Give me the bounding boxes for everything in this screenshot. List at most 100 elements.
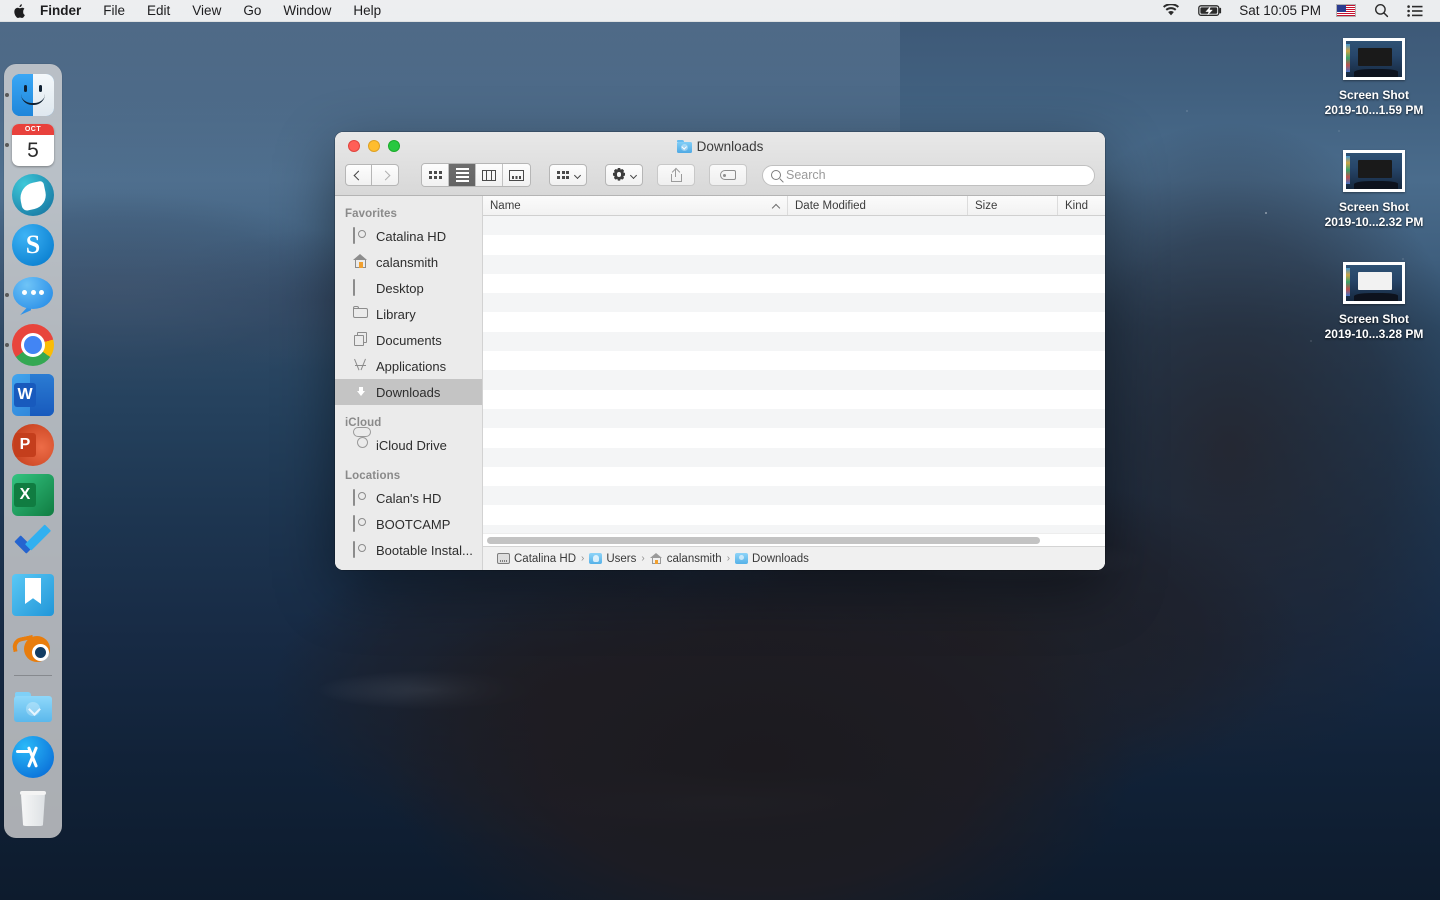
desktop-file-screenshot-2[interactable]: Screen Shot 2019-10...2.32 PM — [1315, 150, 1433, 230]
control-center-list-icon[interactable] — [1398, 0, 1432, 22]
menu-item-window[interactable]: Window — [272, 0, 342, 22]
dock-item-podcasts[interactable] — [10, 170, 56, 220]
spotlight-search-icon[interactable] — [1365, 0, 1398, 22]
dock-item-skype[interactable]: S — [10, 220, 56, 270]
sidebar-item-calansmith[interactable]: calansmith — [335, 249, 482, 275]
table-row[interactable] — [483, 332, 1105, 351]
table-row[interactable] — [483, 486, 1105, 505]
table-row[interactable] — [483, 274, 1105, 293]
action-menu-button[interactable] — [605, 164, 643, 186]
file-thumbnail — [1343, 38, 1405, 80]
apple-logo-icon[interactable] — [0, 3, 38, 19]
table-row[interactable] — [483, 370, 1105, 389]
blender-icon — [12, 624, 54, 666]
desktop-file-screenshot-3[interactable]: Screen Shot 2019-10...3.28 PM — [1315, 262, 1433, 342]
sidebar-item-label: Desktop — [376, 281, 424, 296]
sidebar-item-bootable-installer[interactable]: Bootable Instal... — [335, 537, 482, 563]
menu-item-edit[interactable]: Edit — [136, 0, 181, 22]
table-row[interactable] — [483, 390, 1105, 409]
horizontal-scrollbar-track[interactable] — [483, 533, 1105, 546]
table-row[interactable] — [483, 525, 1105, 533]
sidebar-item-bootcamp[interactable]: BOOTCAMP — [335, 511, 482, 537]
dock-item-chrome[interactable] — [10, 320, 56, 370]
breadcrumb-item-calansmith[interactable]: calansmith — [650, 553, 722, 565]
list-view-button[interactable] — [449, 164, 476, 186]
menu-item-help[interactable]: Help — [342, 0, 392, 22]
dock-item-book[interactable] — [10, 570, 56, 620]
menubar-status-area: Sat 10:05 PM — [1153, 0, 1440, 22]
dock-item-calendar[interactable]: OCT 5 — [10, 120, 56, 170]
grid-icon — [429, 171, 442, 179]
table-row[interactable] — [483, 235, 1105, 254]
forward-button[interactable] — [372, 164, 399, 186]
breadcrumb-label: Users — [606, 553, 636, 565]
column-header-kind[interactable]: Kind — [1058, 196, 1105, 215]
sidebar-item-catalina-hd[interactable]: Catalina HD — [335, 223, 482, 249]
table-row[interactable] — [483, 216, 1105, 235]
back-button[interactable] — [345, 164, 372, 186]
icon-view-button[interactable] — [422, 164, 449, 186]
gallery-icon — [509, 170, 524, 181]
battery-charging-icon[interactable] — [1189, 0, 1233, 22]
dock-item-downloads[interactable] — [10, 682, 56, 732]
menu-item-view[interactable]: View — [181, 0, 232, 22]
dock-item-app-store[interactable] — [10, 732, 56, 782]
dock-item-todo[interactable] — [10, 520, 56, 570]
column-header-size[interactable]: Size — [968, 196, 1058, 215]
dock-item-powerpoint[interactable]: P — [10, 420, 56, 470]
table-row[interactable] — [483, 351, 1105, 370]
sidebar-item-documents[interactable]: Documents — [335, 327, 482, 353]
sidebar-item-applications[interactable]: Applications — [335, 353, 482, 379]
us-flag-icon[interactable] — [1327, 0, 1365, 22]
table-row[interactable] — [483, 428, 1105, 447]
sidebar-item-calans-hd[interactable]: Calan's HD — [335, 485, 482, 511]
arrange-by-button[interactable] — [549, 164, 587, 186]
breadcrumb-separator: › — [726, 553, 731, 564]
sidebar-item-library[interactable]: Library — [335, 301, 482, 327]
share-button[interactable] — [657, 164, 695, 186]
window-title-bar[interactable]: Downloads — [335, 132, 1105, 196]
dock-item-trash[interactable] — [10, 782, 56, 832]
horizontal-scrollbar-thumb[interactable] — [487, 537, 1040, 544]
table-row[interactable] — [483, 467, 1105, 486]
hard-drive-icon — [497, 553, 510, 564]
wifi-icon[interactable] — [1153, 0, 1189, 22]
excel-icon: X — [12, 474, 54, 516]
table-row[interactable] — [483, 255, 1105, 274]
columns-icon — [482, 170, 496, 181]
breadcrumb-item-catalina-hd[interactable]: Catalina HD — [497, 553, 576, 565]
table-row[interactable] — [483, 293, 1105, 312]
dock-item-messages[interactable] — [10, 270, 56, 320]
table-row[interactable] — [483, 312, 1105, 331]
dock-item-finder[interactable] — [10, 70, 56, 120]
skype-icon: S — [12, 224, 54, 266]
dock-item-word[interactable]: W — [10, 370, 56, 420]
dock-item-excel[interactable]: X — [10, 470, 56, 520]
breadcrumb-label: calansmith — [667, 553, 722, 565]
sidebar-item-downloads[interactable]: Downloads — [335, 379, 482, 405]
desktop-file-screenshot-1[interactable]: Screen Shot 2019-10...1.59 PM — [1315, 38, 1433, 118]
column-header-date-modified[interactable]: Date Modified — [788, 196, 968, 215]
dock: OCT 5 S W P X — [4, 64, 62, 838]
downloads-folder-icon — [677, 140, 692, 153]
edit-tags-button[interactable] — [709, 164, 747, 186]
dock-item-blender[interactable] — [10, 620, 56, 670]
file-list-rows[interactable] — [483, 216, 1105, 533]
table-row[interactable] — [483, 409, 1105, 428]
menubar-clock[interactable]: Sat 10:05 PM — [1233, 3, 1327, 18]
gallery-view-button[interactable] — [503, 164, 530, 186]
breadcrumb-item-downloads[interactable]: Downloads — [735, 553, 809, 565]
breadcrumb-item-users[interactable]: Users — [589, 553, 636, 565]
menu-item-go[interactable]: Go — [232, 0, 272, 22]
column-view-button[interactable] — [476, 164, 503, 186]
menu-item-file[interactable]: File — [92, 0, 136, 22]
sidebar-item-desktop[interactable]: Desktop — [335, 275, 482, 301]
finder-window[interactable]: Downloads — [335, 132, 1105, 570]
share-icon — [671, 169, 682, 182]
sidebar-item-icloud-drive[interactable]: iCloud Drive — [335, 432, 482, 458]
table-row[interactable] — [483, 505, 1105, 524]
search-input[interactable]: Search — [762, 165, 1095, 186]
table-row[interactable] — [483, 448, 1105, 467]
menu-app-name[interactable]: Finder — [38, 0, 92, 22]
column-header-name[interactable]: Name — [483, 196, 788, 215]
